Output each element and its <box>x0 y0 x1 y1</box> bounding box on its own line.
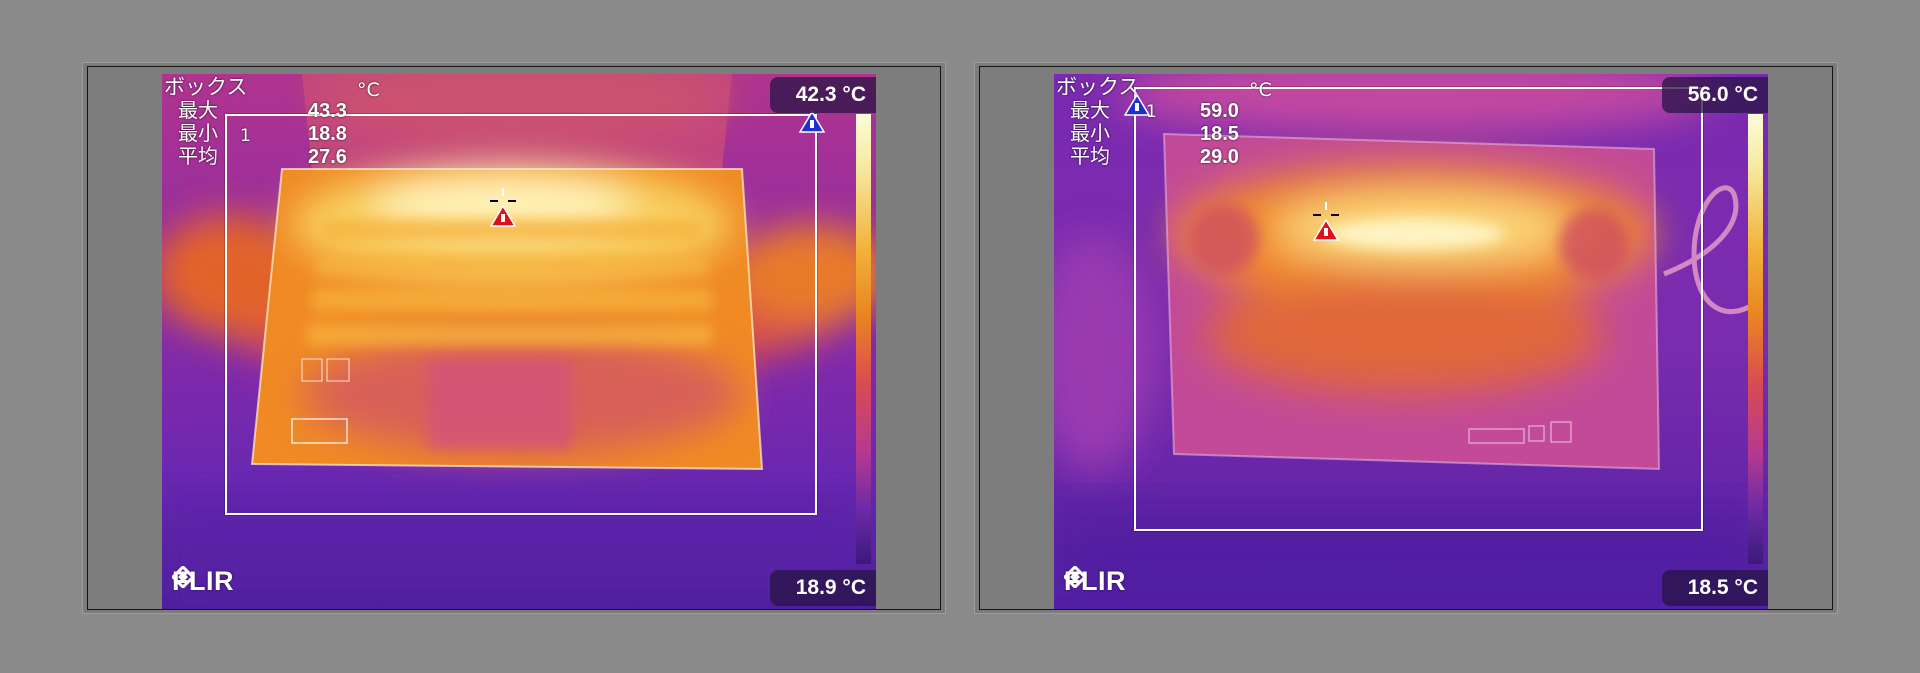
stat-label-avg: 平均 <box>178 144 218 168</box>
flir-mark-icon <box>1064 566 1086 588</box>
cold-spot-marker-icon <box>1124 94 1150 116</box>
flir-mark-icon <box>172 566 194 588</box>
stat-value-avg: 27.6 <box>308 146 347 168</box>
flir-logo: FLIR <box>1064 566 1126 597</box>
unit-label: °C <box>1249 79 1272 101</box>
stat-value-max: 43.3 <box>308 100 347 122</box>
stat-label-avg: 平均 <box>1070 144 1110 168</box>
stat-label-max: 最大 <box>1070 98 1110 122</box>
measurement-box[interactable] <box>225 114 817 515</box>
crosshair-icon <box>1313 202 1339 216</box>
stat-label-max: 最大 <box>178 98 218 122</box>
thermal-panel-keyboard: ボックス °C 1 最大 43.3 最小 18.8 平均 27.6 42.3 °… <box>82 62 946 614</box>
scale-min-temp: 18.5 °C <box>1661 570 1768 606</box>
stat-value-max: 59.0 <box>1200 100 1239 122</box>
stat-value-min: 18.8 <box>308 123 347 145</box>
box-label: ボックス <box>164 75 248 99</box>
scale-max-temp: 56.0 °C <box>1661 77 1768 113</box>
thermal-panel-bottom: ボックス °C 1 最大 59.0 最小 18.5 平均 29.0 56.0 °… <box>974 62 1838 614</box>
stat-value-avg: 29.0 <box>1200 146 1239 168</box>
flir-logo: FLIR <box>172 566 234 597</box>
color-scale-bar <box>856 114 871 564</box>
cold-spot-marker-icon <box>799 111 825 133</box>
stat-label-min: 最小 <box>178 121 218 145</box>
panel-frame: ボックス °C 1 最大 59.0 最小 18.5 平均 29.0 56.0 °… <box>979 66 1833 610</box>
scale-min-temp: 18.9 °C <box>769 570 876 606</box>
stat-value-min: 18.5 <box>1200 123 1239 145</box>
color-scale-bar <box>1748 114 1763 564</box>
scale-max-temp: 42.3 °C <box>769 77 876 113</box>
thermal-image-bottom: ボックス °C 1 最大 59.0 最小 18.5 平均 29.0 56.0 °… <box>1054 74 1768 609</box>
unit-label: °C <box>357 79 380 101</box>
panel-frame: ボックス °C 1 最大 43.3 最小 18.8 平均 27.6 42.3 °… <box>87 66 941 610</box>
roi-number: 1 <box>240 126 251 146</box>
crosshair-icon <box>490 188 516 202</box>
thermal-image-keyboard: ボックス °C 1 最大 43.3 最小 18.8 平均 27.6 42.3 °… <box>162 74 876 609</box>
stat-label-min: 最小 <box>1070 121 1110 145</box>
